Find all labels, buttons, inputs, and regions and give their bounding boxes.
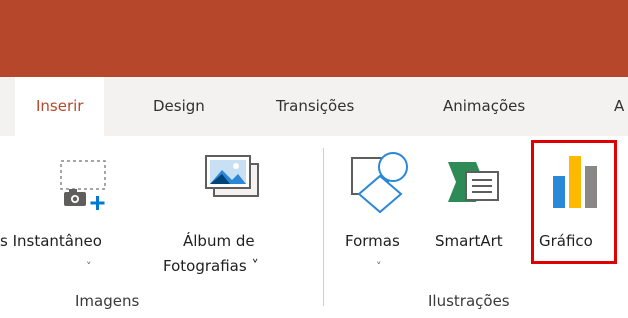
group-label-ilustracoes: Ilustrações [428, 292, 510, 310]
smartart-icon [448, 162, 499, 202]
group-separator [323, 148, 324, 306]
tab-more[interactable]: A [614, 77, 624, 136]
tab-animacoes[interactable]: Animações [443, 77, 525, 136]
camera-icon [60, 160, 106, 210]
shapes-label: Formas [345, 232, 400, 250]
chart-label: Gráfico [539, 232, 593, 250]
photo-album-label-line1: Álbum de [183, 232, 255, 250]
title-bar [0, 0, 628, 77]
chevron-down-icon[interactable]: ˅ [376, 260, 382, 273]
chart-icon [553, 156, 597, 208]
screenshot-label: s Instantâneo [0, 232, 102, 250]
tab-transicoes[interactable]: Transições [276, 77, 354, 136]
smartart-label: SmartArt [435, 232, 503, 250]
shapes-icon [351, 152, 408, 214]
photo-album-icon [205, 155, 259, 197]
chevron-down-icon[interactable]: ˅ [86, 260, 92, 273]
group-label-imagens: Imagens [75, 292, 140, 310]
tab-inserir[interactable]: Inserir [15, 77, 105, 136]
photo-album-label-line2: Fotografias ˅ [163, 257, 259, 275]
tab-design[interactable]: Design [153, 77, 205, 136]
